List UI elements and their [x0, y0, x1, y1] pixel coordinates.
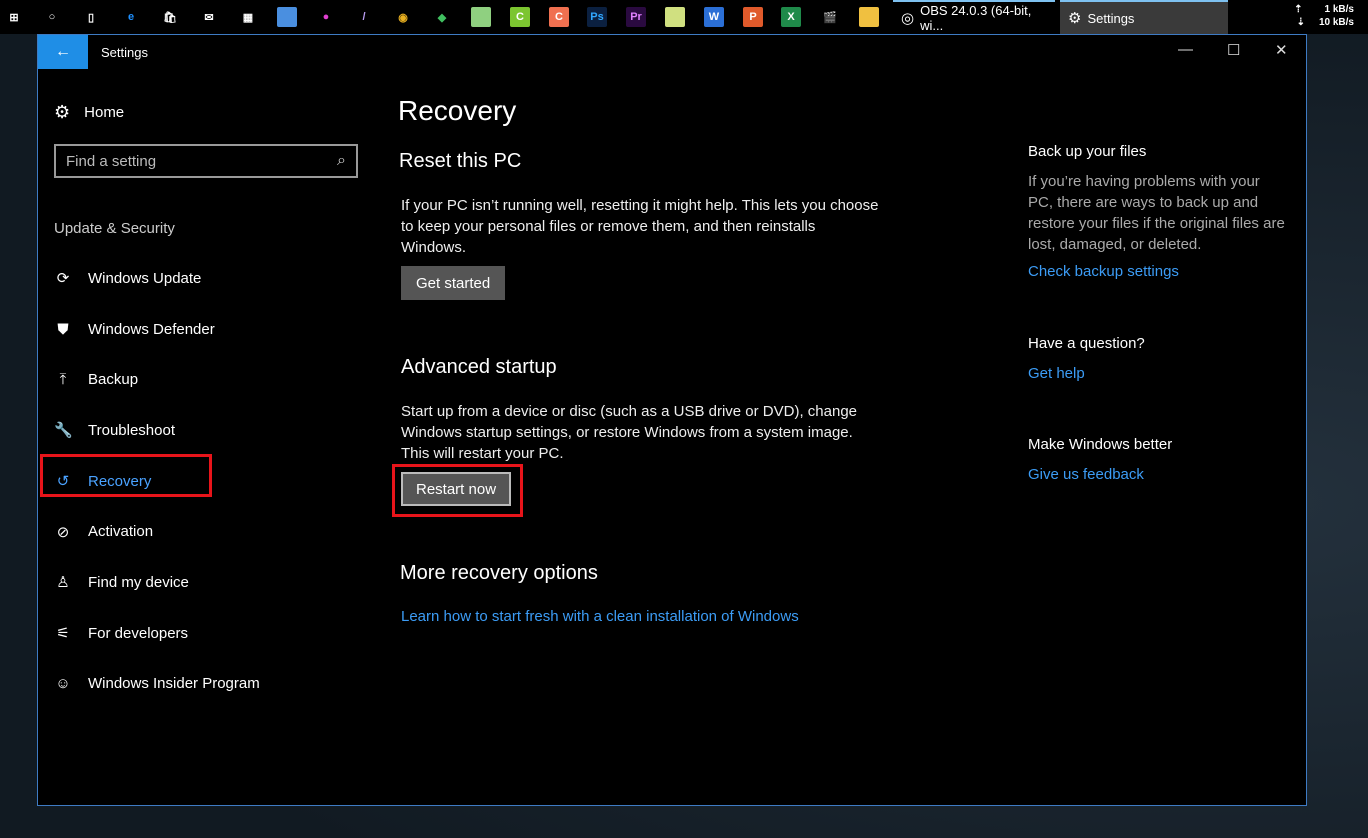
- settings-window: ← Settings — ☐ ✕ ⚙ Home ⌕ Update & Secur…: [37, 34, 1307, 806]
- reset-description: If your PC isn’t running well, resetting…: [401, 197, 879, 256]
- search-icon[interactable]: ⌕: [337, 152, 346, 170]
- network-speed: ⇡ 1 kB/s ⇣ 10 kB/s: [1294, 3, 1354, 29]
- highlight-box-restart: [392, 464, 523, 517]
- title-bar: ← Settings — ☐ ✕: [38, 35, 1306, 69]
- settings-label: Settings: [1087, 10, 1135, 26]
- search-input[interactable]: [66, 152, 316, 170]
- sidebar-item-activation[interactable]: ⊘ Activation: [54, 506, 260, 557]
- sidebar-item-find-my-device[interactable]: ♙ Find my device: [54, 557, 260, 608]
- advanced-startup-description: Start up from a device or disc (such as …: [401, 403, 858, 462]
- sidebar-item-label: Windows Defender: [88, 320, 215, 338]
- windows-insider-program-icon: ☺: [55, 675, 71, 693]
- edge-icon[interactable]: e: [121, 7, 141, 27]
- taskbar-settings[interactable]: ⚙ Settings: [1060, 0, 1228, 34]
- download-icon: ⇣: [1296, 17, 1305, 28]
- drive-icon[interactable]: [471, 7, 491, 27]
- window-title: Settings: [101, 45, 148, 60]
- chrome-icon[interactable]: ◉: [393, 7, 413, 27]
- sidebar-item-label: Backup: [88, 371, 139, 389]
- back-arrow-icon: ←: [55, 43, 71, 60]
- more-recovery-heading: More recovery options: [400, 562, 598, 584]
- sidebar-item-for-developers[interactable]: ⚟ For developers: [54, 608, 260, 659]
- sidebar-item-troubleshoot[interactable]: 🔧 Troubleshoot: [54, 405, 260, 456]
- paint-icon[interactable]: ●: [316, 7, 336, 27]
- gear-icon: ⚙: [1068, 10, 1082, 27]
- get-started-button[interactable]: Get started: [401, 266, 506, 300]
- advanced-startup-heading: Advanced startup: [401, 356, 557, 378]
- upload-icon: ⇡: [1294, 4, 1303, 15]
- camtasia-icon[interactable]: C: [510, 7, 530, 27]
- download-speed: 10 kB/s: [1318, 17, 1354, 28]
- sidebar-item-backup[interactable]: ⤒ Backup: [54, 354, 260, 405]
- task-view-icon[interactable]: ▯: [81, 7, 101, 27]
- windows-defender-icon: ⛊: [57, 320, 69, 338]
- sidebar-item-home[interactable]: ⚙ Home: [54, 102, 124, 123]
- question-heading: Have a question?: [1028, 335, 1145, 352]
- sidebar-item-label: Troubleshoot: [88, 421, 175, 439]
- app-icon[interactable]: [277, 7, 297, 27]
- for-developers-icon: ⚟: [56, 625, 70, 643]
- feather-icon[interactable]: /: [354, 7, 374, 27]
- search-box: ⌕: [54, 144, 358, 178]
- close-button[interactable]: ✕: [1275, 41, 1288, 59]
- sidebar-item-windows-defender[interactable]: ⛊ Windows Defender: [54, 304, 260, 355]
- notes-icon[interactable]: [665, 7, 685, 27]
- reset-heading: Reset this PC: [399, 150, 522, 172]
- mail-icon[interactable]: ✉: [199, 7, 219, 27]
- movie-maker-icon[interactable]: 🎬: [820, 7, 840, 27]
- sidebar-item-label: Activation: [88, 523, 154, 541]
- activation-icon: ⊘: [56, 523, 70, 541]
- feedback-heading: Make Windows better: [1028, 436, 1173, 453]
- backup-description: If you’re having problems with your PC, …: [1028, 173, 1285, 253]
- windows-update-icon: ⟳: [56, 270, 70, 288]
- cortana-icon[interactable]: ○: [42, 7, 62, 27]
- sidebar-item-windows-insider-program[interactable]: ☺ Windows Insider Program: [54, 659, 260, 710]
- gear-icon: ⚙: [54, 102, 71, 122]
- check-backup-settings-link[interactable]: Check backup settings: [1028, 263, 1179, 280]
- give-feedback-link[interactable]: Give us feedback: [1028, 466, 1144, 483]
- maximize-button[interactable]: ☐: [1227, 41, 1240, 59]
- camtasia-recorder-icon[interactable]: C: [549, 7, 569, 27]
- word-icon[interactable]: W: [704, 7, 724, 27]
- powerpoint-icon[interactable]: P: [743, 7, 763, 27]
- get-help-link[interactable]: Get help: [1028, 365, 1085, 382]
- home-label: Home: [84, 104, 125, 121]
- start-icon[interactable]: ⊞: [4, 7, 24, 27]
- section-heading: Update & Security: [54, 220, 175, 237]
- excel-icon[interactable]: X: [781, 7, 801, 27]
- premiere-icon[interactable]: Pr: [626, 7, 646, 27]
- clean-install-link[interactable]: Learn how to start fresh with a clean in…: [401, 608, 799, 625]
- sidebar-item-windows-update[interactable]: ⟳ Windows Update: [54, 253, 260, 304]
- obs-label: OBS 24.0.3 (64-bit, wi...: [920, 3, 1032, 33]
- sidebar-item-label: Find my device: [88, 573, 189, 591]
- page-title: Recovery: [398, 95, 517, 126]
- back-button[interactable]: ←: [38, 35, 88, 69]
- store-icon[interactable]: 🛍: [160, 7, 180, 27]
- network-app-icon[interactable]: ◆: [432, 7, 452, 27]
- upload-speed: 1 kB/s: [1324, 4, 1354, 15]
- backup-icon: ⤒: [59, 371, 67, 389]
- photoshop-icon[interactable]: Ps: [587, 7, 607, 27]
- find-my-device-icon: ♙: [56, 574, 70, 592]
- sidebar-item-label: Windows Update: [88, 269, 202, 287]
- file-explorer-icon[interactable]: [859, 7, 879, 27]
- obs-icon: ◎: [901, 10, 915, 27]
- calculator-icon[interactable]: ▦: [238, 7, 258, 27]
- taskbar: ◎ OBS 24.0.3 (64-bit, wi... ⚙ Settings ⇡…: [0, 0, 1368, 34]
- minimize-button[interactable]: —: [1178, 41, 1193, 58]
- troubleshoot-icon: 🔧: [54, 422, 73, 440]
- sidebar-item-label: For developers: [88, 624, 189, 642]
- highlight-box-recovery: [40, 454, 212, 497]
- sidebar-item-label: Windows Insider Program: [88, 675, 260, 693]
- backup-heading: Back up your files: [1028, 143, 1147, 160]
- taskbar-obs[interactable]: ◎ OBS 24.0.3 (64-bit, wi...: [893, 0, 1055, 34]
